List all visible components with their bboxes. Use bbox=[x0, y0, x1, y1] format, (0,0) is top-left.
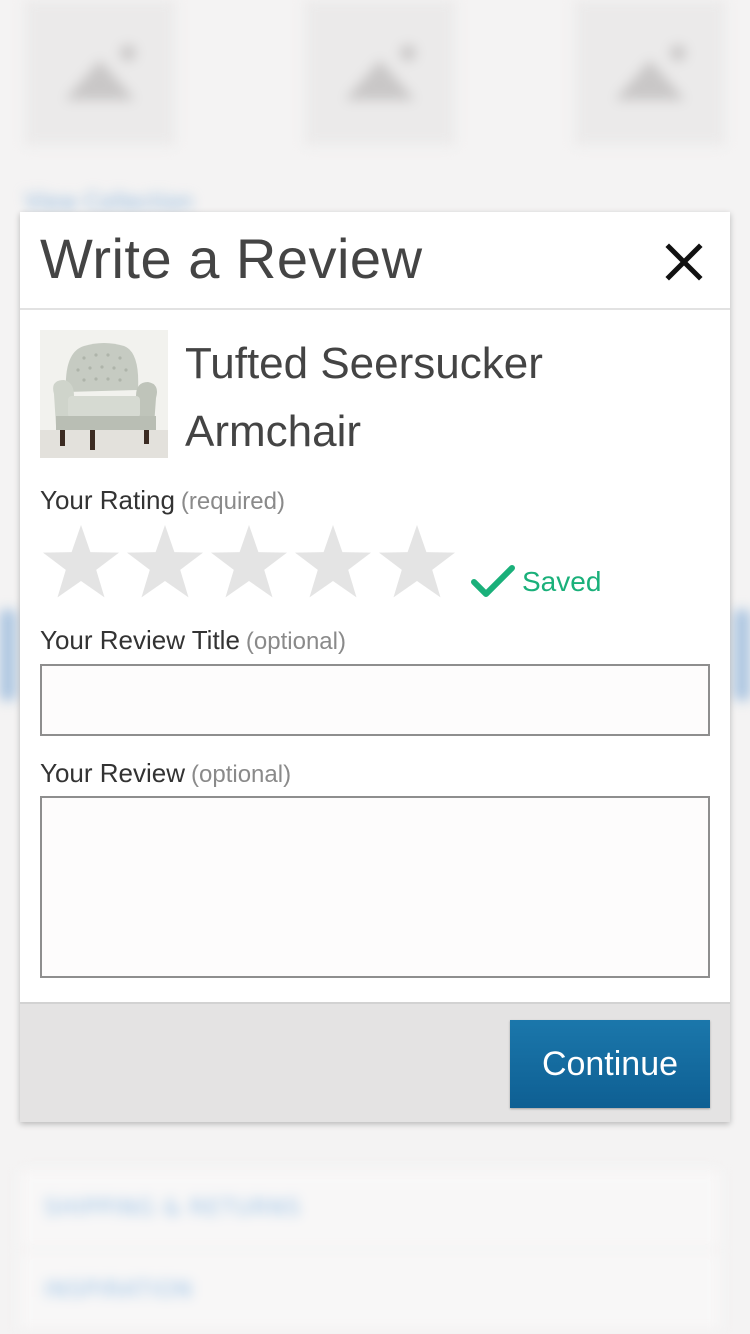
review-body-label: Your Review (optional) bbox=[40, 758, 291, 789]
rating-label-text: Your Rating bbox=[40, 485, 175, 515]
image-placeholder-icon bbox=[305, 0, 455, 145]
product-name-line1: Tufted Seersucker bbox=[185, 339, 543, 388]
review-title-hint: (optional) bbox=[245, 628, 346, 655]
review-title-input[interactable] bbox=[40, 664, 710, 736]
dialog-footer: Continue bbox=[20, 1002, 730, 1122]
background-row: SHIPPING & RETURNS bbox=[20, 1170, 720, 1250]
continue-button[interactable]: Continue bbox=[510, 1020, 710, 1108]
product-name: Tufted Seersucker Armchair bbox=[185, 330, 605, 466]
dialog-title: Write a Review bbox=[40, 227, 423, 290]
rating-label: Your Rating (required) bbox=[40, 485, 285, 516]
product-name-line2: Armchair bbox=[185, 407, 362, 456]
star-icon[interactable] bbox=[208, 522, 290, 604]
saved-label: Saved bbox=[522, 566, 602, 597]
saved-indicator: Saved bbox=[470, 562, 630, 602]
checkmark-icon bbox=[471, 565, 515, 597]
product-summary: Tufted Seersucker Armchair bbox=[40, 330, 710, 460]
dialog-header: Write a Review bbox=[20, 212, 730, 310]
star-rating bbox=[40, 522, 460, 604]
review-title-label-text: Your Review Title bbox=[40, 625, 240, 655]
close-icon bbox=[665, 243, 703, 281]
star-icon[interactable] bbox=[40, 522, 122, 604]
armchair-image bbox=[40, 330, 168, 458]
review-title-label: Your Review Title (optional) bbox=[40, 625, 346, 656]
star-icon[interactable] bbox=[376, 522, 458, 604]
star-icon[interactable] bbox=[124, 522, 206, 604]
review-body-label-text: Your Review bbox=[40, 758, 186, 788]
rating-hint: (required) bbox=[180, 488, 285, 515]
review-body-hint: (optional) bbox=[191, 761, 292, 788]
image-placeholder-icon bbox=[575, 0, 725, 145]
background-row-label: SHIPPING & RETURNS bbox=[44, 1196, 302, 1221]
background-row: INSPIRATION bbox=[20, 1252, 720, 1332]
image-placeholder-icon bbox=[25, 0, 175, 145]
review-body-textarea[interactable] bbox=[40, 796, 710, 978]
star-icon[interactable] bbox=[292, 522, 374, 604]
write-review-dialog: Write a Review Tufted Seersucker Armchai… bbox=[20, 212, 730, 1122]
background-row-label: INSPIRATION bbox=[44, 1278, 194, 1303]
close-button[interactable] bbox=[660, 238, 708, 286]
